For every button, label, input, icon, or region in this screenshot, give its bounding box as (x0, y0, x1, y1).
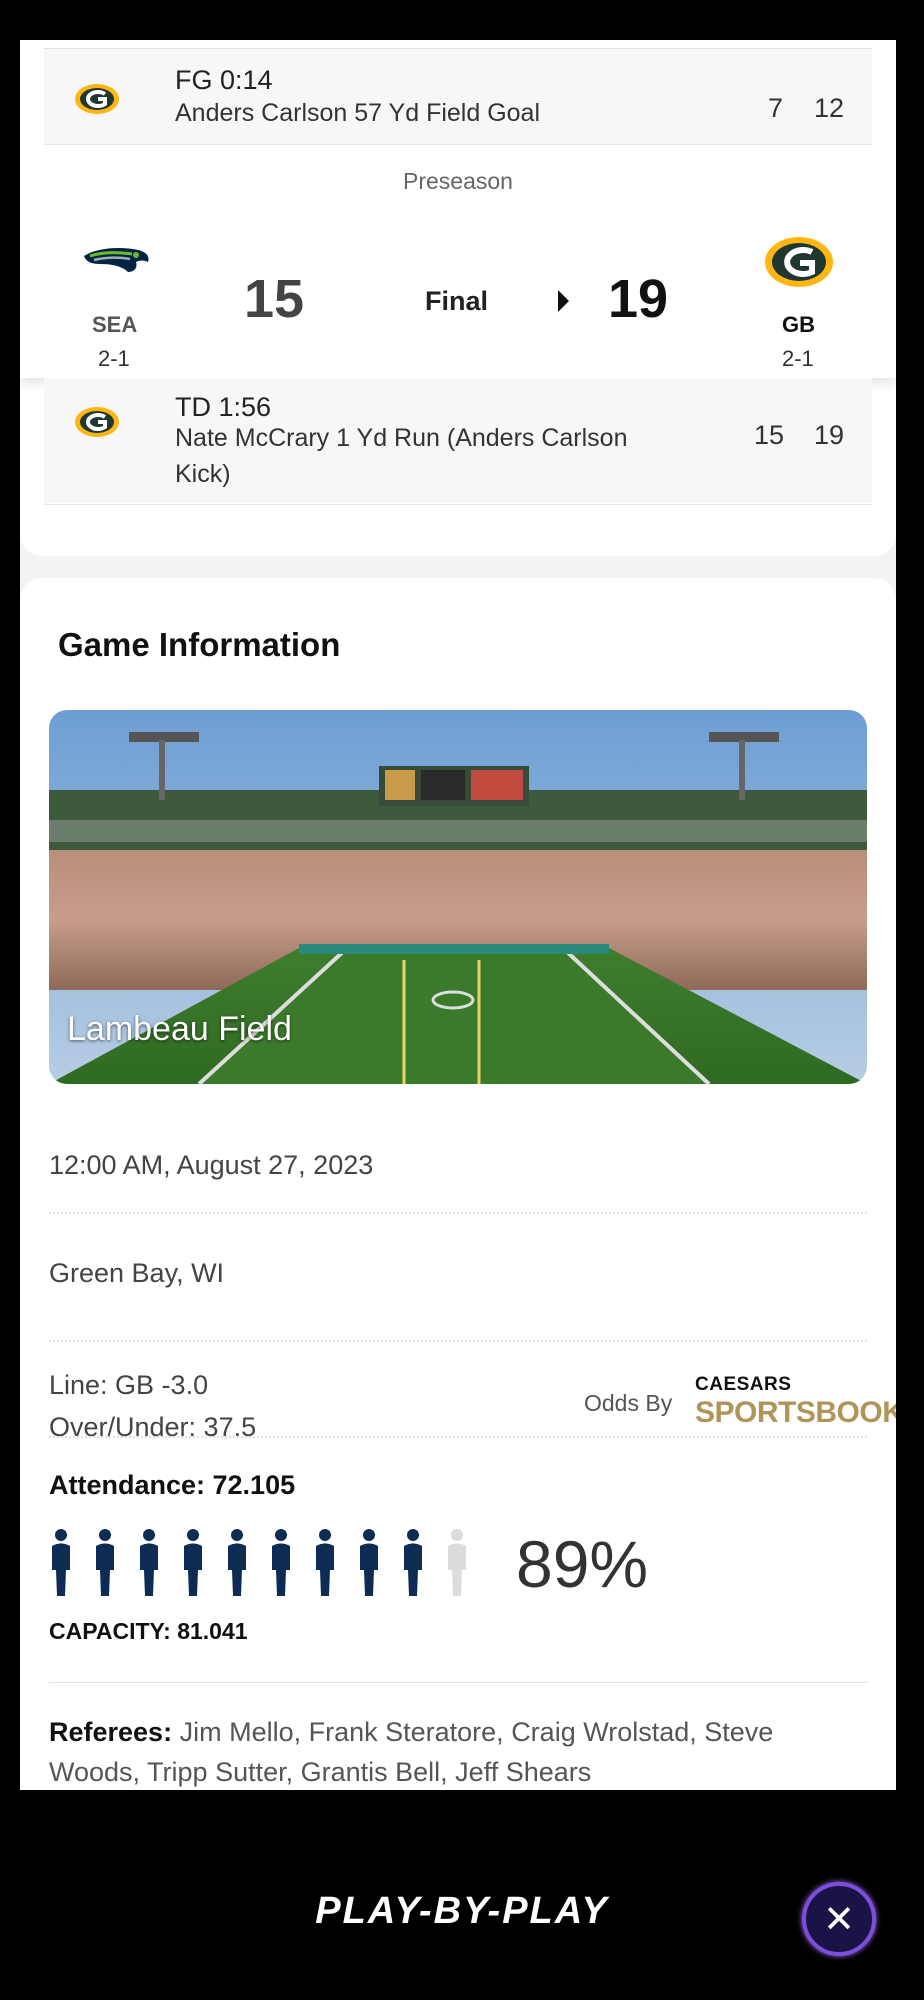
packers-logo-icon (765, 237, 833, 287)
game-datetime: 12:00 AM, August 27, 2023 (49, 1150, 374, 1180)
caesars-logo-text[interactable]: CAESARS (695, 1374, 791, 1396)
play-description-line2: Kick) (175, 460, 231, 488)
scoring-play-row[interactable]: TD 1:56 Nate McCrary 1 Yd Run (Anders Ca… (44, 378, 872, 503)
referees-label: Referees: (49, 1717, 173, 1747)
packers-logo-icon (75, 84, 119, 114)
person-filled-icon (228, 1529, 246, 1596)
play-type: TD 1:56 (175, 392, 272, 422)
bottom-bar: PLAY-BY-PLAY ✕ (0, 1790, 924, 2000)
divider (49, 1682, 867, 1683)
divider (49, 1340, 867, 1342)
game-status: Final (425, 286, 489, 316)
away-score: 7 (768, 93, 784, 123)
game-location: Green Bay, WI (49, 1258, 225, 1288)
referees: Referees: Jim Mello, Frank Steratore, Cr… (49, 1712, 849, 1790)
attendance-person-icons (49, 1528, 469, 1604)
person-filled-icon (360, 1529, 378, 1596)
home-team-abbr: GB (782, 312, 815, 337)
play-description: Anders Carlson 57 Yd Field Goal (175, 99, 541, 127)
packers-logo-icon (75, 407, 119, 437)
person-filled-icon (184, 1529, 202, 1596)
away-team-record: 2-1 (98, 346, 130, 371)
home-score: 12 (814, 93, 845, 123)
person-filled-icon (316, 1529, 334, 1596)
stadium-photo[interactable]: Lambeau Field (49, 710, 867, 1084)
away-team-abbr: SEA (92, 312, 138, 337)
winner-arrow-icon (558, 290, 569, 312)
divider (44, 144, 872, 145)
attendance-count: Attendance: 72.105 (49, 1470, 296, 1500)
over-under: Over/Under: 37.5 (49, 1412, 257, 1442)
home-team-record: 2-1 (782, 346, 814, 371)
play-type: FG 0:14 (175, 65, 273, 95)
person-filled-icon (404, 1529, 422, 1596)
play-description-line1: Nate McCrary 1 Yd Run (Anders Carlson (175, 424, 628, 452)
away-score: 15 (754, 420, 785, 450)
home-score: 19 (814, 420, 845, 450)
person-filled-icon (272, 1529, 290, 1596)
close-button[interactable]: ✕ (802, 1882, 876, 1956)
stadium-capacity: CAPACITY: 81.041 (49, 1618, 248, 1644)
game-information-card: Game Information Lambeau Field 12:00 AM,… (20, 578, 896, 1790)
person-empty-icon (448, 1529, 466, 1596)
person-filled-icon (52, 1529, 70, 1596)
section-title: Game Information (58, 626, 341, 663)
play-by-play-title: PLAY-BY-PLAY (315, 1890, 609, 1932)
scoreboard[interactable]: SEA 2-1 15 Final 19 GB 2-1 (20, 218, 896, 378)
attendance-percent: 89% (516, 1527, 649, 1601)
divider (44, 504, 872, 505)
divider (49, 1436, 867, 1438)
person-filled-icon (96, 1529, 114, 1596)
stadium-name: Lambeau Field (67, 1010, 292, 1048)
odds-by-label: Odds By (584, 1390, 673, 1416)
seahawks-logo-icon (84, 248, 149, 272)
app-screen: FG 0:14 Anders Carlson 57 Yd Field Goal … (20, 40, 896, 1790)
person-filled-icon (140, 1529, 158, 1596)
scoring-play-row[interactable]: FG 0:14 Anders Carlson 57 Yd Field Goal … (44, 49, 872, 144)
close-icon: ✕ (823, 1899, 855, 1941)
scoring-summary-card: FG 0:14 Anders Carlson 57 Yd Field Goal … (20, 40, 896, 556)
section-label: Preseason (403, 168, 513, 194)
betting-line: Line: GB -3.0 (49, 1370, 209, 1400)
divider (49, 1212, 867, 1214)
sportsbook-logo-text[interactable]: SPORTSBOOK (695, 1396, 896, 1430)
home-final-score: 19 (608, 269, 669, 329)
away-final-score: 15 (244, 269, 305, 329)
